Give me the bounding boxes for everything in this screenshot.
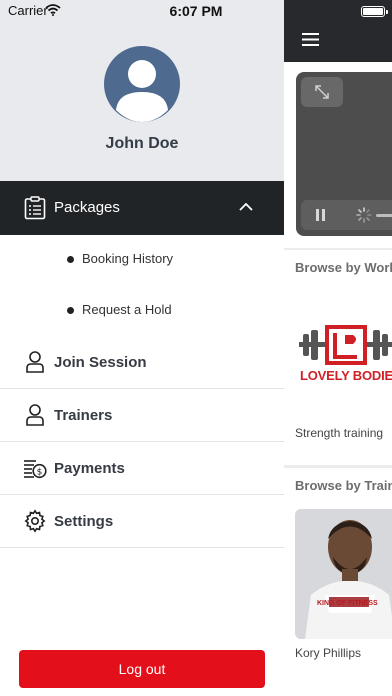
packages-label: Packages	[54, 199, 120, 216]
profile-header: John Doe	[0, 0, 284, 181]
pause-icon[interactable]	[315, 209, 326, 221]
menu-item-join-session[interactable]: Join Session	[0, 336, 284, 389]
battery-icon	[361, 6, 388, 17]
lovely-bodies-logo	[299, 325, 392, 365]
browse-workouts-title: Browse by Work	[295, 260, 392, 275]
gear-icon	[24, 509, 46, 533]
status-time: 6:07 PM	[169, 3, 223, 19]
submenu-item-request-hold[interactable]: Request a Hold	[0, 286, 284, 336]
submenu-item-label: Request a Hold	[82, 302, 172, 317]
person-icon	[26, 351, 44, 373]
navigation-drawer: John Doe Packages Booking History Reques…	[0, 0, 284, 696]
shirt-text: KING OF FITNESS	[317, 600, 378, 607]
menu-item-settings[interactable]: Settings	[0, 495, 284, 548]
workout-card-caption: Strength training	[295, 426, 384, 440]
video-control-bar	[301, 200, 392, 230]
menu-item-payments[interactable]: $ Payments	[0, 442, 284, 495]
avatar[interactable]	[104, 46, 180, 122]
browse-trainers-title: Browse by Train	[295, 478, 392, 493]
spinner-icon	[356, 207, 372, 223]
menu-item-trainers[interactable]: Trainers	[0, 389, 284, 442]
menu-item-label: Settings	[54, 513, 114, 530]
menu-item-label: Trainers	[54, 407, 113, 424]
trainer-image	[295, 509, 392, 639]
logo-text: LOVELY BODIES	[300, 368, 392, 383]
status-bar: Carrier 6:07 PM	[0, 0, 392, 24]
video-card	[284, 62, 392, 248]
chevron-up-icon[interactable]	[238, 201, 254, 213]
expand-icon	[315, 85, 329, 99]
svg-text:$: $	[37, 468, 43, 478]
profile-name: John Doe	[105, 135, 179, 152]
bullet	[67, 307, 74, 314]
trainer-card-caption: Kory Phillips	[295, 646, 362, 660]
fullscreen-button[interactable]	[301, 77, 343, 107]
browse-trainers-section: Browse by Train KING OF FITNESS Kory Phi…	[284, 468, 392, 696]
workout-card[interactable]: LOVELY BODIES	[295, 320, 392, 392]
main-screen: Browse by Work LOVELY BODIES Strength tr…	[284, 0, 392, 696]
user-circle-icon	[116, 60, 168, 122]
bullet	[67, 256, 74, 263]
clipboard-list-icon	[24, 196, 46, 220]
trainer-photo[interactable]: KING OF FITNESS	[295, 509, 392, 639]
battery-level	[363, 8, 383, 15]
packages-menu-item[interactable]: Packages	[0, 181, 284, 235]
video-progress-track[interactable]	[376, 214, 392, 217]
submenu-item-label: Booking History	[82, 251, 174, 266]
browse-workouts-section: Browse by Work LOVELY BODIES Strength tr…	[284, 250, 392, 465]
hamburger-icon[interactable]	[302, 33, 319, 46]
person-icon	[26, 404, 44, 426]
video-player[interactable]	[296, 72, 392, 236]
money-stack-icon: $	[24, 460, 47, 479]
submenu-item-booking-history[interactable]: Booking History	[0, 235, 284, 285]
menu-item-label: Join Session	[54, 354, 147, 371]
logout-button[interactable]: Log out	[19, 650, 265, 688]
menu-item-label: Payments	[54, 460, 125, 477]
